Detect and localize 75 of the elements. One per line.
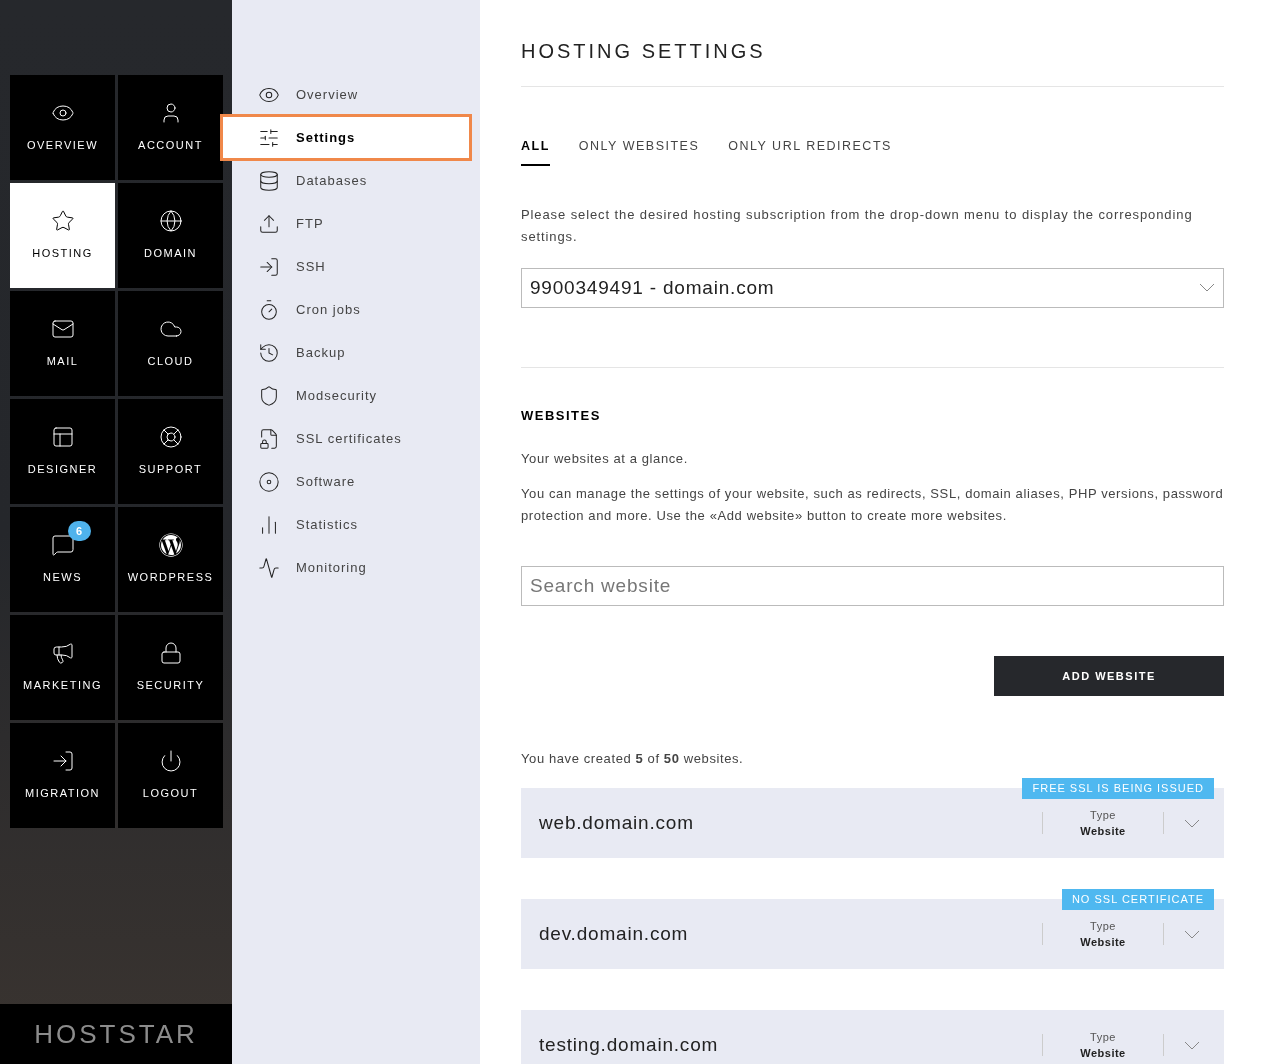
sub-nav-item[interactable]: Overview — [232, 73, 480, 116]
upload-icon — [258, 212, 280, 235]
layout-icon — [50, 425, 75, 450]
sub-nav-item[interactable]: Settings — [222, 116, 470, 159]
sliders-icon — [258, 126, 280, 149]
website-row[interactable]: testing.domain.com Type Website — [521, 1010, 1224, 1064]
type-value: Website — [1080, 1046, 1126, 1062]
sub-nav-item[interactable]: FTP — [232, 202, 480, 245]
section-description: You can manage the settings of your website, such as redirects, SSL, domain aliases, PHP versions, password protection and more. Use the «Add website» button to create more websites. — [521, 484, 1224, 525]
sub-nav-item[interactable]: Monitoring — [232, 546, 480, 589]
chevron-down-icon[interactable] — [1184, 1040, 1200, 1050]
chevron-down-icon[interactable] — [1184, 818, 1200, 828]
sub-nav-item[interactable]: Databases — [232, 159, 480, 202]
chat-icon — [50, 533, 75, 558]
website-name: web.domain.com — [539, 811, 695, 835]
main-nav-tile[interactable]: DOMAIN — [118, 183, 223, 288]
type-label: Type — [1090, 1029, 1116, 1045]
type-value: Website — [1080, 824, 1126, 840]
filter-tab[interactable]: ALL — [521, 137, 550, 166]
shield-icon — [258, 384, 280, 407]
count-badge: 6 — [67, 521, 91, 542]
type-value: Website — [1080, 935, 1126, 951]
main-nav-tile[interactable]: ACCOUNT — [118, 75, 223, 180]
sub-nav-item[interactable]: SSH — [232, 245, 480, 288]
sub-nav-item[interactable]: SSL certificates — [232, 417, 480, 460]
main-nav-tile[interactable]: OVERVIEW — [10, 75, 115, 180]
website-name: testing.domain.com — [539, 1033, 720, 1057]
lifebuoy-icon — [158, 425, 183, 450]
chevron-down-icon[interactable] — [1184, 929, 1200, 939]
intro-text: Please select the desired hosting subscription from the drop-down menu to display the corresponding settings. — [521, 205, 1194, 246]
main-nav-tile[interactable]: MAIL — [10, 291, 115, 396]
website-count-text: You have created 5 of 50 websites. — [521, 749, 745, 768]
lock-certificate-icon — [258, 427, 280, 450]
search-field[interactable]: Search website — [521, 565, 1224, 606]
sub-nav-item[interactable]: Backup — [232, 331, 480, 374]
sub-nav-item[interactable]: Statistics — [232, 503, 480, 546]
main-nav-tile[interactable]: MIGRATION — [10, 723, 115, 828]
page-title: HOSTING SETTINGS — [521, 0, 1224, 87]
globe-icon — [158, 209, 183, 234]
filter-tab[interactable]: ONLY URL REDIRECTS — [728, 137, 892, 166]
website-name: dev.domain.com — [539, 922, 690, 946]
subscription-dropdown[interactable]: 9900349491 - domain.com — [521, 267, 1224, 308]
arrow-into-box-icon — [258, 255, 280, 278]
lock-icon — [158, 641, 183, 666]
sub-nav-item[interactable]: Cron jobs — [232, 288, 480, 331]
pulse-icon — [258, 556, 280, 579]
main-nav-tile[interactable]: HOSTING — [10, 183, 115, 288]
main-nav-tile[interactable]: MARKETING — [10, 615, 115, 720]
ssl-status-tag: FREE SSL IS BEING ISSUED — [1022, 778, 1214, 799]
main-nav-tile[interactable]: 6 NEWS — [10, 507, 115, 612]
section-lead: Your websites at a glance. — [521, 450, 689, 469]
megaphone-icon — [50, 641, 75, 666]
ssl-status-tag: NO SSL CERTIFICATE — [1061, 889, 1214, 910]
stopwatch-icon — [258, 298, 280, 321]
type-label: Type — [1090, 918, 1116, 934]
main-nav-tile[interactable]: SUPPORT — [118, 399, 223, 504]
sub-nav-item[interactable]: Modsecurity — [232, 374, 480, 417]
filter-tab[interactable]: ONLY WEBSITES — [578, 137, 700, 166]
main-nav-tile[interactable]: LOGOUT — [118, 723, 223, 828]
database-icon — [258, 169, 280, 192]
sub-nav-item[interactable]: Software — [232, 460, 480, 503]
chevron-down-icon — [1199, 283, 1215, 293]
power-icon — [158, 749, 183, 774]
brand-logo: HOSTSTAR — [34, 1017, 198, 1051]
main-nav-tile[interactable]: WORDPRESS — [118, 507, 223, 612]
history-icon — [258, 341, 280, 364]
type-label: Type — [1090, 807, 1116, 823]
star-icon — [50, 209, 75, 234]
section-heading: WEBSITES — [521, 406, 602, 425]
main-nav-tile[interactable]: DESIGNER — [10, 399, 115, 504]
main-nav-tile[interactable]: CLOUD — [118, 291, 223, 396]
disc-icon — [258, 470, 280, 493]
main-nav-tile[interactable]: SECURITY — [118, 615, 223, 720]
add-website-button[interactable]: ADD WEBSITE — [994, 655, 1224, 696]
wordpress-icon — [158, 533, 183, 558]
